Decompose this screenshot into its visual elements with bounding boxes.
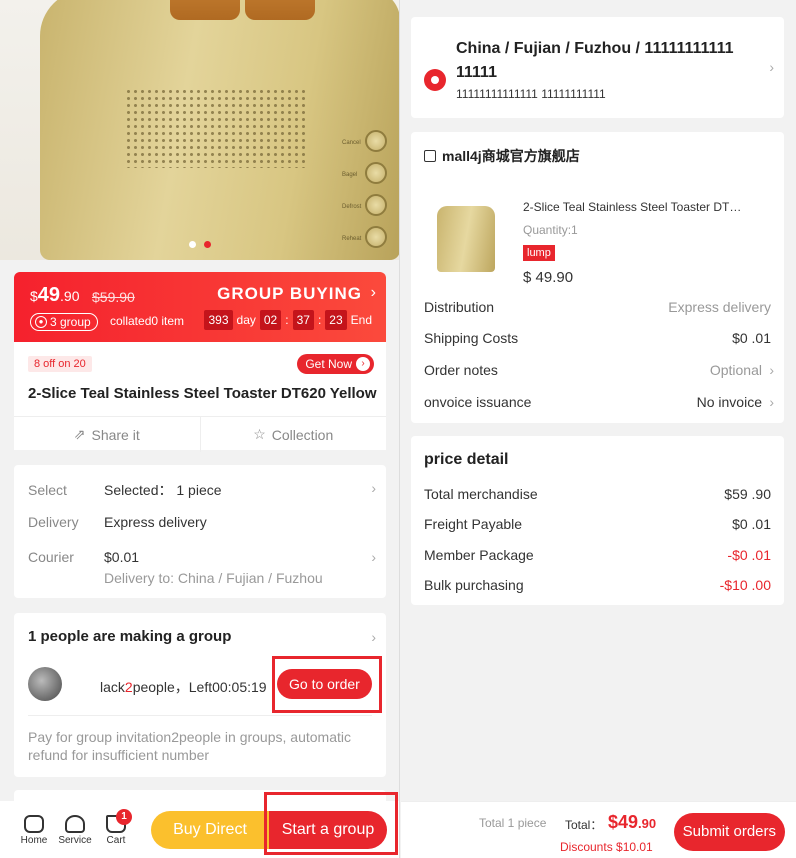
shop-name[interactable]: mall4j商城官方旗舰店 [424, 146, 580, 166]
delivery-to: Delivery to: China / Fujian / Fuzhou [104, 570, 323, 586]
chevron-right-icon: › [371, 480, 376, 496]
price-detail-title: price detail [424, 451, 509, 468]
collated-count: collated0 item [110, 314, 185, 328]
submit-orders-button[interactable]: Submit orders [673, 813, 785, 851]
highlight-box [264, 792, 398, 855]
total-price: $49.90 [608, 812, 657, 832]
total-label: Total： [565, 818, 603, 832]
group-size-badge: ● 3 group [30, 313, 98, 331]
price-row: Member Package -$0 .01 [424, 547, 771, 563]
item-quantity: Quantity:1 [523, 223, 578, 237]
address-detail: 11111111111111 11111111111 [456, 87, 606, 101]
delivery-row: Delivery Express delivery [28, 514, 207, 530]
star-icon: ☆ [253, 426, 266, 442]
group-buying-banner[interactable]: $49.90 $59.90 GROUP BUYING › ● 3 group co… [14, 272, 386, 342]
submit-bar: Total 1 piece Total： $49.90 Discounts $1… [401, 801, 796, 858]
location-pin-icon [424, 69, 446, 91]
carousel-dots[interactable] [189, 241, 211, 248]
group-price: $49.90 [30, 284, 80, 306]
user-icon: ● [35, 316, 47, 328]
address-card[interactable]: China / Fujian / Fuzhou / 11111111111 11… [411, 17, 784, 118]
price-row: Bulk purchasing -$10 .00 [424, 577, 771, 593]
carousel-dot-active[interactable] [204, 241, 211, 248]
chevron-right-icon: › [371, 549, 376, 565]
home-icon [24, 815, 44, 833]
discount-tag: 8 off on 20 [28, 356, 92, 372]
buy-direct-button[interactable]: Buy Direct [151, 811, 269, 849]
chevron-right-icon: › [769, 394, 774, 410]
original-price: $59.90 [92, 289, 135, 305]
select-card: Select Selected： 1 piece › Delivery Expres… [14, 465, 386, 598]
collection-button[interactable]: ☆ Collection [199, 417, 387, 452]
distribution-row: Distribution Express delivery [424, 299, 771, 315]
invoice-row[interactable]: onvoice issuance No invoice [424, 394, 762, 410]
address-line: China / Fujian / Fuzhou / 11111111111 11… [456, 40, 734, 81]
shipping-costs-row: Shipping Costs $0 .01 [424, 330, 771, 346]
toaster-image: Cancel Bagel Defrost Reheat [40, 0, 399, 260]
cart-count-badge: 1 [116, 809, 132, 825]
discounts: Discounts $10.01 [560, 840, 653, 854]
price-row: Total merchandise $59 .90 [424, 486, 771, 502]
group-card-title: 1 people are making a group [28, 628, 232, 645]
chevron-right-icon: › [370, 284, 376, 301]
chevron-right-icon: › [356, 357, 370, 371]
shop-icon [424, 150, 436, 162]
lump-tag: lump [523, 245, 555, 261]
price-detail-card: price detail Total merchandise $59 .90 Fr… [411, 436, 784, 605]
avatar [28, 667, 62, 701]
service-nav[interactable]: Service [53, 815, 97, 846]
select-row[interactable]: Select Selected： 1 piece [28, 480, 222, 500]
price-row: Freight Payable $0 .01 [424, 516, 771, 532]
total-pieces: Total 1 piece [479, 816, 547, 830]
share-button[interactable]: ⇗ Share it [14, 417, 200, 452]
lack-people-text: lack2people，Left00:05:19 [100, 679, 267, 695]
order-confirm-panel: China / Fujian / Fuzhou / 11111111111 11… [401, 0, 796, 858]
order-notes-row[interactable]: Order notes Optional [424, 362, 762, 378]
carousel-dot[interactable] [189, 241, 196, 248]
home-nav[interactable]: Home [12, 815, 56, 846]
item-title: 2-Slice Teal Stainless Steel Toaster DT… [523, 200, 742, 214]
chevron-right-icon: › [769, 59, 774, 75]
get-now-button[interactable]: Get Now › [297, 354, 374, 374]
courier-row[interactable]: Courier $0.01 [28, 549, 139, 565]
item-price: $ 49.90 [523, 269, 574, 286]
chevron-right-icon[interactable]: › [371, 629, 376, 645]
chevron-right-icon: › [769, 362, 774, 378]
group-buying-title: GROUP BUYING [217, 284, 362, 303]
countdown-timer: 393 day 02 : 37 : 23 End [204, 310, 372, 330]
group-note: Pay for group invitation2people in group… [28, 729, 351, 763]
product-thumbnail[interactable] [437, 206, 495, 272]
product-image-carousel[interactable]: Cancel Bagel Defrost Reheat [0, 0, 399, 260]
share-icon: ⇗ [73, 426, 86, 442]
order-items-card: mall4j商城官方旗舰店 2-Slice Teal Stainless Ste… [411, 132, 784, 423]
divider [28, 715, 372, 716]
product-detail-panel: Cancel Bagel Defrost Reheat $49.90 $59.9… [0, 0, 400, 858]
highlight-box [272, 656, 382, 713]
product-info-card: 8 off on 20 Get Now › 2-Slice Teal Stainl… [14, 342, 387, 452]
headset-icon [65, 815, 85, 833]
cart-nav[interactable]: Cart 1 [94, 809, 138, 846]
product-title: 2-Slice Teal Stainless Steel Toaster DT6… [28, 385, 377, 402]
